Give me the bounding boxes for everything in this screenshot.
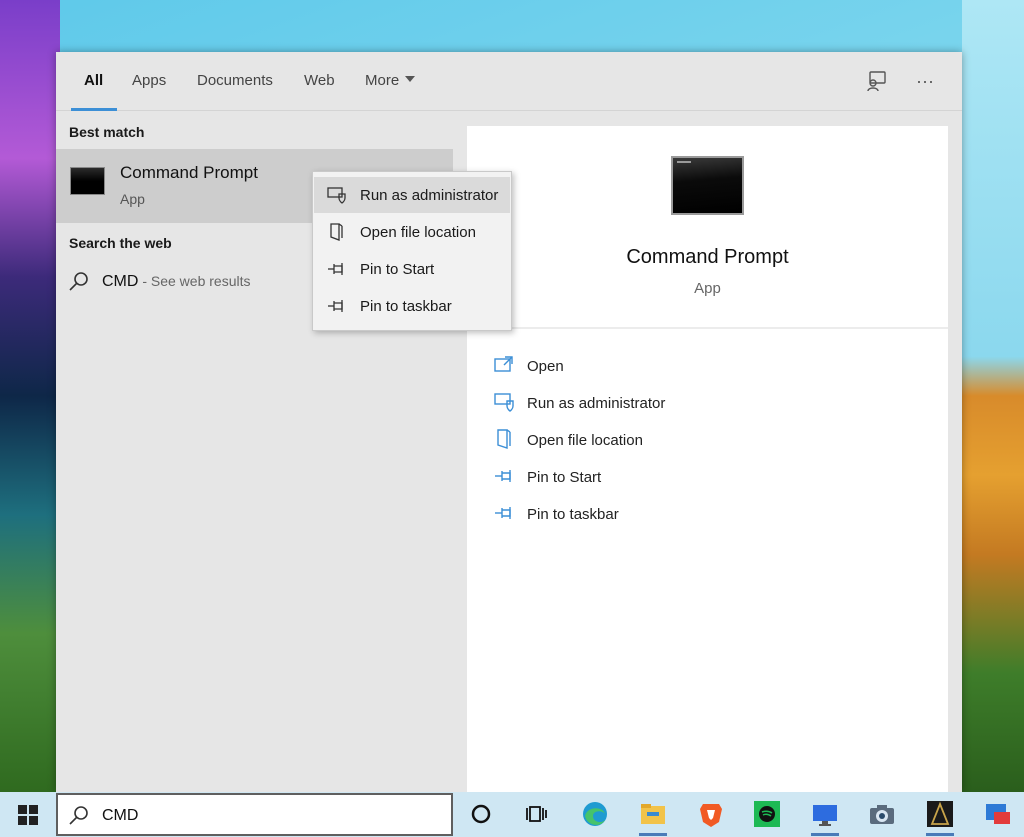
active-tab-indicator [71, 108, 117, 111]
pin-icon [495, 470, 511, 482]
chevron-down-icon [405, 76, 416, 83]
edge-icon[interactable] [579, 798, 611, 830]
shield-icon [327, 187, 346, 204]
search-web-heading: Search the web [69, 235, 172, 251]
context-item-label: Open file location [360, 224, 476, 241]
taskbar-search-input[interactable]: CMD [56, 793, 453, 836]
context-item-label: Pin to taskbar [360, 298, 452, 315]
context-item-label: Pin to Start [360, 261, 435, 278]
pin-icon [495, 507, 511, 519]
command-prompt-large-icon [671, 156, 744, 215]
shield-icon [494, 393, 514, 412]
detail-title: Command Prompt [626, 246, 789, 268]
tab-more[interactable]: More [365, 72, 416, 89]
tab-all[interactable]: All [84, 72, 103, 89]
detail-pane: Command Prompt App Open Run as administr… [467, 126, 948, 792]
tab-web[interactable]: Web [304, 72, 335, 89]
file-explorer-icon[interactable] [637, 798, 669, 836]
command-prompt-icon [70, 167, 105, 195]
web-query: CMD [102, 273, 139, 290]
context-open-file-location[interactable]: Open file location [314, 214, 510, 250]
best-match-heading: Best match [69, 124, 145, 140]
brave-icon[interactable] [695, 798, 727, 830]
feedback-icon[interactable] [865, 70, 887, 92]
file-location-icon [497, 429, 511, 449]
search-panel: All Apps Documents Web More ··· Best mat… [56, 52, 962, 792]
search-icon [68, 804, 90, 831]
tab-more-label: More [365, 72, 400, 89]
action-label: Open file location [527, 432, 643, 449]
detail-header: Command Prompt App [467, 126, 948, 329]
search-value: CMD [102, 807, 139, 824]
action-label: Pin to Start [527, 469, 602, 486]
game-icon[interactable] [924, 798, 956, 836]
context-item-label: Run as administrator [360, 187, 499, 204]
action-label: Pin to taskbar [527, 506, 619, 523]
context-pin-to-taskbar[interactable]: Pin to taskbar [314, 288, 510, 324]
search-icon [68, 270, 90, 297]
web-result-text: CMD - See web results [102, 273, 251, 291]
taskbar: CMD [0, 792, 1024, 837]
action-label: Run as administrator [527, 395, 666, 412]
action-label: Open [527, 358, 564, 375]
context-menu: Run as administrator Open file location … [312, 171, 512, 331]
best-match-subtitle: App [120, 191, 145, 207]
windows-logo-icon [18, 805, 38, 825]
wallpaper-right [962, 0, 1024, 792]
best-match-title: Command Prompt [120, 163, 258, 182]
web-result-suffix: - See web results [138, 273, 251, 289]
pin-icon [328, 300, 343, 312]
file-location-icon [330, 223, 343, 241]
wallpaper-left [0, 0, 60, 792]
pin-icon [328, 263, 343, 275]
tab-bar: All Apps Documents Web More ··· [56, 52, 962, 111]
tab-documents[interactable]: Documents [197, 72, 273, 89]
task-view-icon[interactable] [521, 798, 553, 830]
camera-icon[interactable] [866, 798, 898, 830]
spotify-icon[interactable] [751, 798, 783, 830]
more-options-icon[interactable]: ··· [914, 70, 936, 92]
remote-desktop-icon[interactable] [809, 798, 841, 836]
context-run-as-administrator[interactable]: Run as administrator [314, 177, 510, 213]
context-pin-to-start[interactable]: Pin to Start [314, 251, 510, 287]
detail-subtitle: App [694, 280, 721, 297]
start-button[interactable] [0, 792, 56, 837]
app-icon[interactable] [982, 798, 1014, 830]
tab-apps[interactable]: Apps [132, 72, 166, 89]
open-icon [494, 356, 513, 372]
cortana-icon[interactable] [465, 798, 497, 830]
